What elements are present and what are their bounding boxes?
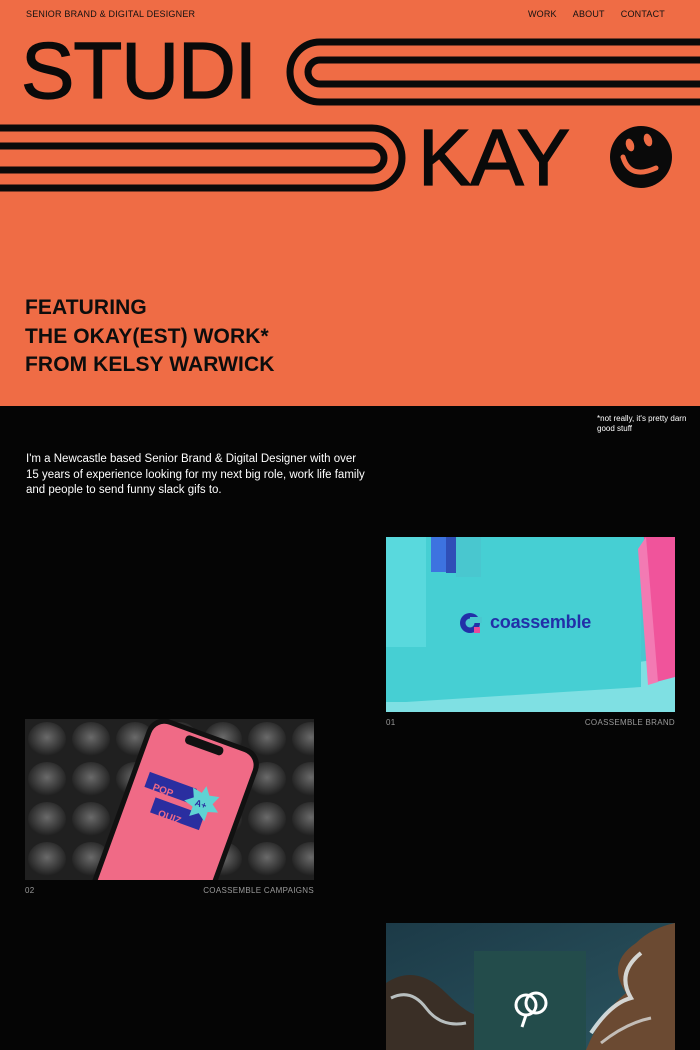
project-number: 02 [25,886,35,895]
project-meta: 02 COASSEMBLE CAMPAIGNS [25,886,314,895]
brand-word-kay: KAY [417,113,570,202]
project-card-3[interactable] [386,923,675,1050]
project-card-coassemble-brand[interactable]: coassemble 01 COASSEMBLE BRAND [386,537,675,727]
featuring-line-1: FEATURING [25,296,147,319]
upper-o-track [286,38,700,106]
hero-section: SENIOR BRAND & DIGITAL DESIGNER WORK ABO… [0,0,700,406]
project-meta: 01 COASSEMBLE BRAND [386,718,675,727]
smiley-face-icon [610,126,672,188]
coassemble-logo-text: coassemble [490,612,592,632]
ocean-rocks-image [386,923,675,1050]
project-title: COASSEMBLE BRAND [584,718,675,727]
project-title: COASSEMBLE CAMPAIGNS [203,886,314,895]
project-thumbnail-coassemble-brand[interactable]: coassemble [386,537,675,712]
project-number: 01 [386,718,396,727]
featuring-line-2: THE OKAY(EST) WORK* [25,324,269,348]
featuring-line-3: FROM KELSY WARWICK [25,353,275,376]
featuring-heading: FEATURING THE OKAY(EST) WORK* FROM KELSY… [25,294,275,380]
project-thumbnail-3[interactable] [386,923,675,1050]
project-thumbnail-coassemble-campaigns[interactable]: POP QUIZ A+ [25,719,314,880]
project-card-coassemble-campaigns[interactable]: POP QUIZ A+ 02 COASSEMBLE CAMPAIGNS [25,719,314,895]
footnote-text: *not really, it's pretty darn good stuff [597,414,687,433]
lower-o-track [0,124,406,192]
brand-word-studi: STUDI [20,26,257,115]
intro-paragraph: I'm a Newcastle based Senior Brand & Dig… [26,453,365,496]
pop-quiz-phone-image: POP QUIZ A+ [25,719,314,880]
